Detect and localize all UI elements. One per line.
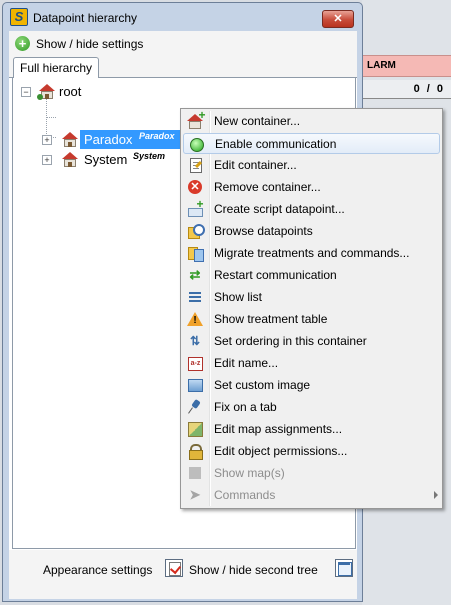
menu-item-remove-container[interactable]: ✕ Remove container... (183, 177, 440, 198)
browse-icon (187, 223, 205, 239)
tree-node-tag: Paradox (139, 131, 175, 141)
menu-item-label: Show map(s) (214, 466, 285, 480)
expand-icon[interactable]: + (42, 155, 52, 165)
alarm-row[interactable]: 0 / 0 (362, 80, 451, 99)
menu-item-label: Fix on a tab (214, 400, 277, 414)
tab-strip: Full hierarchy (9, 55, 357, 78)
lock-icon (187, 443, 203, 460)
second-tree-label: Show / hide second tree (189, 563, 318, 577)
footer-bar: Appearance settings Show / hide second t… (9, 550, 357, 599)
menu-item-set-ordering-in-this-container[interactable]: ⇅ Set ordering in this container (183, 331, 440, 352)
remove-icon: ✕ (187, 179, 203, 195)
menu-item-label: Enable communication (215, 137, 337, 151)
plus-circle-icon: + (15, 36, 30, 51)
tree-connector (46, 117, 56, 118)
menu-item-create-script-datapoint[interactable]: + Create script datapoint... (183, 197, 440, 220)
menu-item-label: Edit name... (214, 356, 279, 370)
tree-node-system[interactable]: + System System (42, 151, 192, 169)
menu-item-set-custom-image[interactable]: Set custom image (183, 375, 440, 396)
rename-icon: a-z (187, 355, 203, 371)
alarm-column-header[interactable]: LARM (362, 55, 451, 77)
menu-item-label: Commands (214, 488, 276, 502)
submenu-arrow-icon (434, 491, 438, 499)
second-tree-button[interactable] (335, 559, 353, 577)
menu-item-commands: ➤ Commands (183, 485, 440, 506)
menu-item-show-map-s: Show map(s) (183, 463, 440, 484)
expand-icon[interactable]: + (42, 135, 52, 145)
settings-toggle[interactable]: + Show / hide settings (9, 31, 357, 55)
menu-item-edit-container[interactable]: Edit container... (183, 155, 440, 176)
menu-item-browse-datapoints[interactable]: Browse datapoints (183, 221, 440, 242)
new-container-icon: + (187, 108, 206, 129)
menu-item-label: Restart communication (214, 268, 337, 282)
appearance-settings-label: Appearance settings (43, 563, 153, 577)
settings-toggle-label: Show / hide settings (36, 37, 144, 51)
menu-item-label: Set custom image (214, 378, 311, 392)
window-title: Datapoint hierarchy (33, 11, 138, 25)
edit-document-icon (187, 157, 203, 173)
titlebar[interactable]: S Datapoint hierarchy ✕ (3, 3, 362, 31)
menu-item-label: Edit map assignments... (214, 422, 343, 436)
context-menu: + New container... Enable communication Edi… (180, 108, 443, 509)
image-icon (187, 377, 203, 393)
green-light-icon (188, 136, 204, 152)
menu-item-edit-name[interactable]: a-z Edit name... (183, 353, 440, 374)
menu-item-label: Remove container... (214, 180, 321, 194)
app-icon: S (10, 8, 28, 26)
menu-item-edit-map-assignments[interactable]: Edit map assignments... (183, 419, 440, 440)
house-icon (37, 84, 55, 100)
tree-node-label: root (59, 84, 82, 99)
menu-item-label: Edit object permissions... (214, 444, 348, 458)
list-icon (187, 289, 203, 305)
house-icon (62, 132, 78, 148)
menu-item-migrate-treatments-and-commands[interactable]: Migrate treatments and commands... (183, 243, 440, 264)
house-icon (62, 152, 78, 168)
menu-item-label: Set ordering in this container (214, 334, 367, 348)
menu-item-label: New container... (214, 114, 301, 128)
menu-item-label: Browse datapoints (214, 224, 313, 238)
tree-node-tag: System (133, 151, 166, 161)
collapse-icon[interactable]: − (21, 87, 31, 97)
tree-node-label: System (84, 152, 128, 167)
tree-node-label: Paradox (84, 132, 133, 147)
menu-item-new-container[interactable]: + New container... (183, 108, 440, 132)
alarm-header-label: LARM (367, 60, 396, 71)
ordering-icon: ⇅ (189, 334, 201, 348)
menu-item-label: Edit container... (214, 158, 297, 172)
menu-item-label: Show list (214, 290, 263, 304)
menu-item-fix-on-a-tab[interactable]: Fix on a tab (183, 397, 440, 418)
pin-icon (187, 399, 203, 415)
appearance-settings-button[interactable] (165, 559, 183, 577)
close-button[interactable]: ✕ (322, 10, 354, 28)
tree-node-root[interactable]: − root (21, 83, 141, 101)
menu-item-restart-communication[interactable]: ⇄ Restart communication (183, 265, 440, 286)
menu-item-show-list[interactable]: Show list (183, 287, 440, 308)
commands-icon: ➤ (189, 487, 201, 502)
tab-full-hierarchy[interactable]: Full hierarchy (13, 57, 100, 78)
alarm-count: 0 / 0 (413, 83, 445, 95)
menu-item-enable-communication[interactable]: Enable communication (183, 133, 440, 154)
tree-node-paradox[interactable]: + Paradox Paradox (42, 130, 192, 149)
warning-icon: ! (187, 311, 203, 327)
migrate-icon (187, 245, 204, 262)
restart-icon: ⇄ (189, 267, 201, 282)
menu-item-label: Migrate treatments and commands... (214, 246, 410, 260)
maps-icon (187, 465, 203, 481)
map-icon (187, 421, 203, 437)
menu-item-show-treatment-table[interactable]: ! Show treatment table (183, 309, 440, 330)
menu-item-edit-object-permissions[interactable]: Edit object permissions... (183, 441, 440, 462)
menu-item-label: Create script datapoint... (214, 202, 345, 216)
menu-item-label: Show treatment table (214, 312, 328, 326)
script-datapoint-icon: + (187, 197, 204, 217)
